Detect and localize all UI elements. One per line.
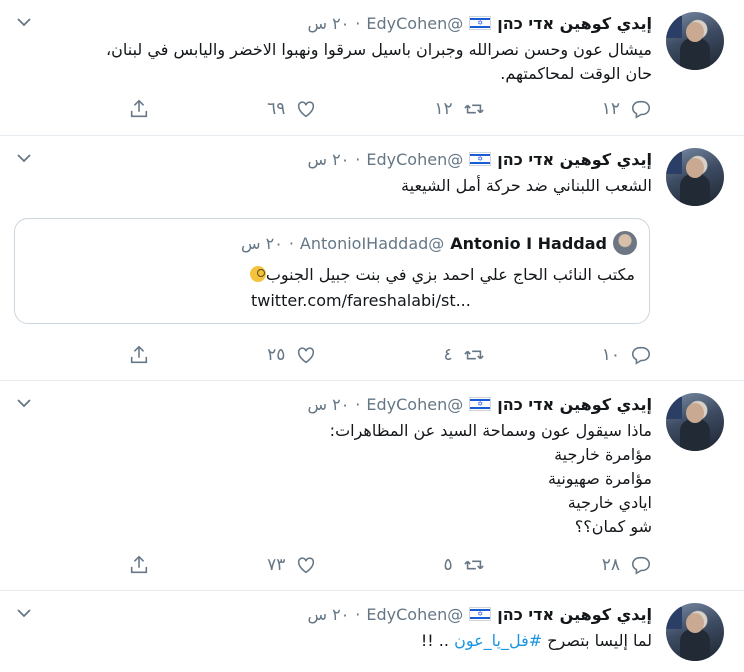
avatar[interactable] (666, 603, 724, 661)
display-name[interactable]: إيدي كوهين אדי כהן (497, 395, 652, 414)
heart-icon (298, 101, 315, 118)
chevron-down-icon[interactable] (14, 12, 34, 32)
chevron-down-icon[interactable] (14, 393, 34, 413)
tweet[interactable]: إيدي كوهين אדי כהן ✡ @EdyCohen · ٢٠ س لم… (0, 591, 744, 672)
retweet-button[interactable]: ٥ (365, 554, 485, 576)
avatar[interactable] (666, 148, 724, 206)
retweet-icon (463, 560, 484, 570)
timestamp[interactable]: ٢٠ س (307, 150, 349, 169)
quoted-link[interactable]: twitter.com/fareshalabi/st... (251, 291, 471, 310)
tweet-header: إيدي كوهين אדי כהן ✡ @EdyCohen · ٢٠ س (307, 13, 652, 33)
timestamp[interactable]: ٢٠ س (307, 605, 349, 624)
share-icon (130, 99, 148, 118)
tweet[interactable]: إيدي كوهين אדי כהן ✡ @EdyCohen · ٢٠ س ال… (0, 136, 744, 381)
tweet-text: الشعب اللبناني ضد حركة أمل الشيعية (401, 176, 652, 195)
tweet-text: ميشال عون وحسن نصرالله وجبران باسيل سرقو… (105, 40, 652, 83)
handle[interactable]: @EdyCohen (366, 605, 463, 624)
like-button[interactable]: ٢٥ (197, 344, 317, 366)
hashtag-link[interactable]: #فل_يا_عون (454, 631, 542, 650)
share-button[interactable] (110, 344, 150, 366)
tweet-header: إيدي كوهين אדי כהן ✡ @EdyCohen · ٢٠ س (307, 394, 652, 414)
timestamp: ٢٠ س (241, 233, 283, 253)
retweet-button[interactable]: ٤ (365, 344, 485, 366)
face-with-monocle-emoji (249, 266, 266, 282)
israel-flag-icon: ✡ (469, 397, 492, 411)
share-icon (130, 555, 148, 574)
display-name[interactable]: إيدي كوهين אדי כהן (497, 150, 652, 169)
tweet[interactable]: إيدي كوهين אדי כהן ✡ @EdyCohen · ٢٠ س ما… (0, 381, 744, 591)
avatar (613, 231, 637, 255)
tweet-text: لما إليسا بتصرح #فل_يا_عون .. !! (420, 631, 652, 650)
reply-button[interactable]: ١٠ (532, 344, 652, 366)
chevron-down-icon[interactable] (14, 603, 34, 623)
tweet-header: إيدي كوهين אדי כהן ✡ @EdyCohen · ٢٠ س (307, 149, 652, 169)
display-name[interactable]: إيدي كوهين אדי כהן (497, 605, 652, 624)
israel-flag-icon: ✡ (469, 607, 492, 621)
handle: @AntonioIHaddad (299, 233, 445, 253)
action-bar: ١٢ ١٢ ٦٩ (110, 97, 652, 121)
heart-icon (298, 557, 315, 574)
quoted-tweet-text: مكتب النائب الحاج علي احمد بزي في بنت جب… (249, 265, 635, 284)
retweet-icon (463, 350, 484, 360)
display-name[interactable]: إيدي كوهين אדי כהן (497, 14, 652, 33)
share-icon (130, 345, 148, 364)
retweet-icon (463, 104, 484, 114)
handle[interactable]: @EdyCohen (366, 14, 463, 33)
share-button[interactable] (110, 554, 150, 576)
quoted-tweet-header: Antonio I Haddad @AntonioIHaddad · ٢٠ س (241, 231, 637, 255)
reply-icon (631, 556, 651, 575)
avatar[interactable] (666, 393, 724, 451)
timestamp[interactable]: ٢٠ س (307, 395, 349, 414)
heart-icon (298, 347, 315, 364)
reply-icon (631, 100, 651, 119)
avatar[interactable] (666, 12, 724, 70)
action-bar: ١٠ ٤ ٢٥ (110, 343, 652, 367)
like-button[interactable]: ٧٣ (197, 554, 317, 576)
quoted-tweet[interactable]: Antonio I Haddad @AntonioIHaddad · ٢٠ س … (14, 218, 650, 324)
retweet-button[interactable]: ١٢ (365, 98, 485, 120)
share-button[interactable] (110, 98, 150, 120)
timestamp[interactable]: ٢٠ س (307, 14, 349, 33)
chevron-down-icon[interactable] (14, 148, 34, 168)
handle[interactable]: @EdyCohen (366, 150, 463, 169)
action-bar: ٢٨ ٥ ٧٣ (110, 553, 652, 577)
reply-icon (631, 346, 651, 365)
tweet[interactable]: إيدي كوهين אדי כהן ✡ @EdyCohen · ٢٠ س مي… (0, 0, 744, 136)
like-button[interactable]: ٦٩ (197, 98, 317, 120)
display-name: Antonio I Haddad (450, 233, 607, 253)
reply-button[interactable]: ٢٨ (532, 554, 652, 576)
israel-flag-icon: ✡ (469, 152, 492, 166)
tweet-header: إيدي كوهين אדי כהן ✡ @EdyCohen · ٢٠ س (307, 604, 652, 624)
israel-flag-icon: ✡ (469, 16, 492, 30)
tweet-text: ماذا سيقول عون وسماحة السيد عن المظاهرات… (329, 421, 652, 536)
reply-button[interactable]: ١٢ (532, 98, 652, 120)
handle[interactable]: @EdyCohen (366, 395, 463, 414)
